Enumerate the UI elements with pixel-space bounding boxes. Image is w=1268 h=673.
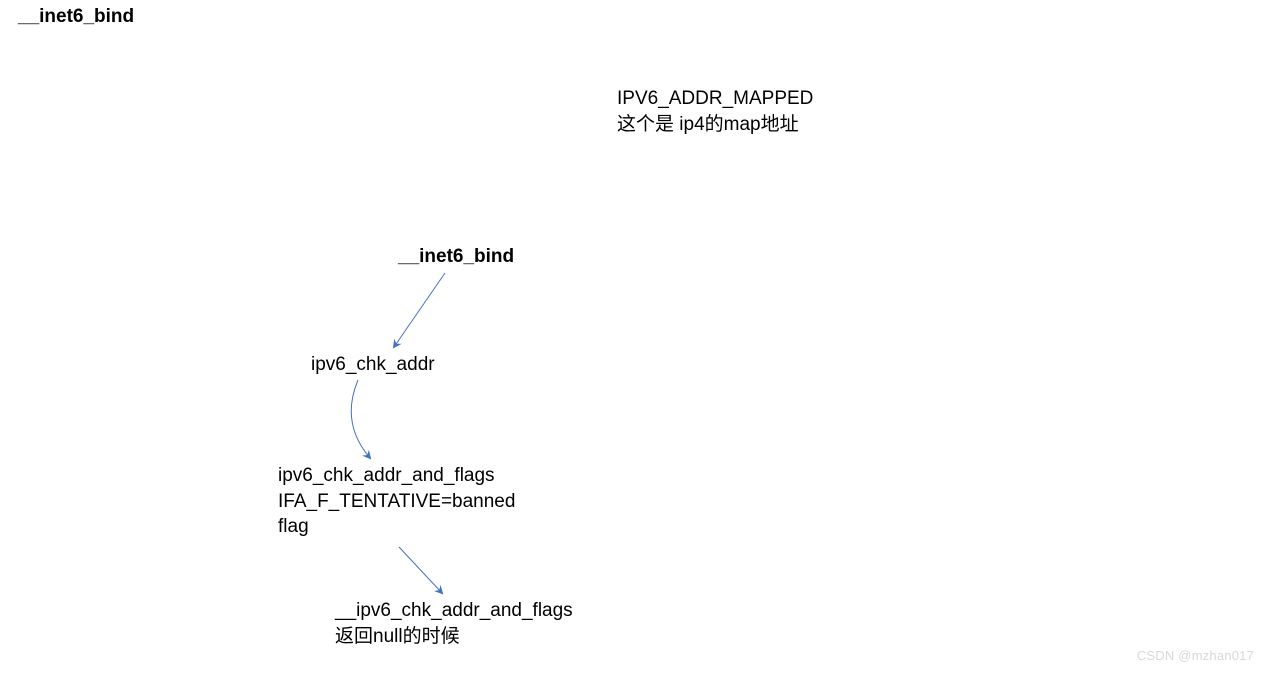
note-block: IPV6_ADDR_MAPPED 这个是 ip4的map地址 (617, 86, 813, 137)
flow-node-2: ipv6_chk_addr_and_flags IFA_F_TENTATIVE=… (278, 463, 515, 540)
flow-node-2-line2: IFA_F_TENTATIVE=banned (278, 491, 515, 512)
flow-root: __inet6_bind (398, 244, 514, 270)
note-line2: 这个是 ip4的map地址 (617, 114, 799, 135)
arrow-root-to-n1 (394, 273, 445, 347)
flow-node-3-line1: __ipv6_chk_addr_and_flags (335, 600, 573, 621)
flow-node-3-line2: 返回null的时候 (335, 626, 460, 647)
flow-node-2-line1: ipv6_chk_addr_and_flags (278, 465, 495, 486)
arrow-n1-to-n2 (351, 380, 370, 458)
flow-node-3: __ipv6_chk_addr_and_flags 返回null的时候 (335, 598, 573, 649)
page-title: __inet6_bind (18, 4, 134, 30)
watermark: CSDN @mzhan017 (1137, 648, 1254, 663)
flow-node-2-line3: flag (278, 516, 309, 537)
flow-node-1: ipv6_chk_addr (311, 352, 435, 378)
arrow-n2-to-n3 (399, 547, 442, 593)
note-line1: IPV6_ADDR_MAPPED (617, 88, 813, 109)
